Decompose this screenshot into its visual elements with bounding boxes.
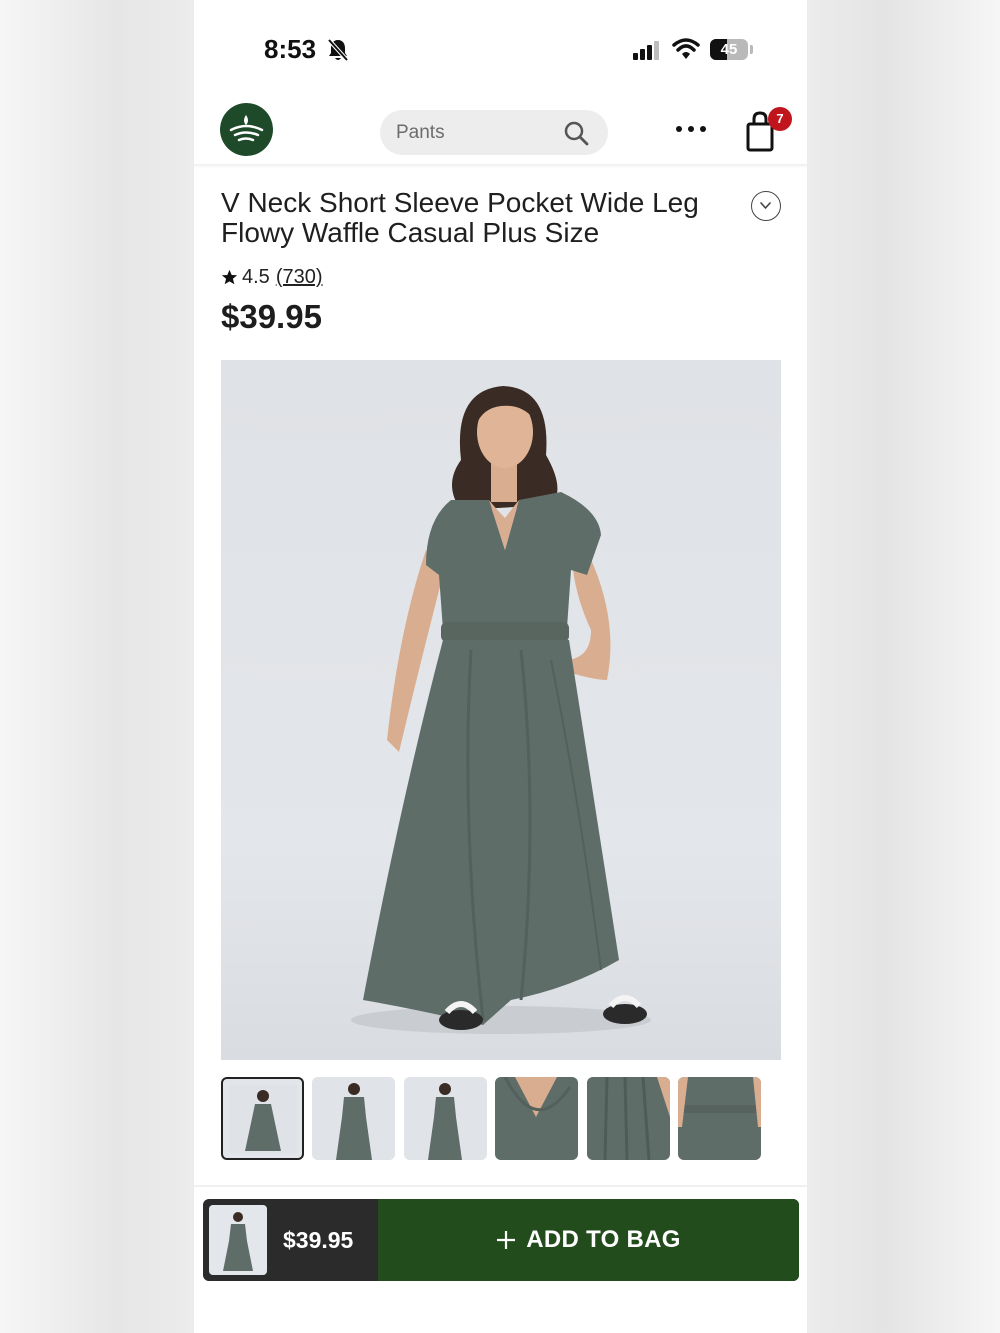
sticky-price: $39.95 — [283, 1227, 354, 1253]
thumbnail-1-photo — [229, 1085, 297, 1153]
search-icon[interactable] — [563, 120, 589, 146]
background-right — [807, 0, 1000, 1333]
product-rating: 4.5 (730) — [221, 266, 323, 289]
bell-slash-icon — [327, 38, 349, 62]
sticky-purchase-bar: $39.95 ADD TO BAG — [203, 1199, 799, 1281]
thumbnail-6-photo — [678, 1077, 761, 1160]
section-divider — [194, 1185, 807, 1187]
product-price: $39.95 — [221, 298, 322, 335]
expand-title-button[interactable] — [751, 191, 781, 221]
header: 7 — [194, 95, 807, 165]
brand-logo-glyph — [229, 115, 264, 142]
thumbnail-3[interactable] — [404, 1077, 487, 1160]
thumbnail-4[interactable] — [495, 1077, 578, 1160]
thumbnail-5[interactable] — [587, 1077, 670, 1160]
cellular-signal-icon — [633, 41, 659, 60]
brand-logo-icon[interactable] — [220, 103, 273, 156]
wifi-icon — [672, 38, 700, 59]
thumbnail-2[interactable] — [312, 1077, 395, 1160]
battery-nub — [750, 45, 753, 54]
plus-icon — [497, 1231, 516, 1249]
model-photo — [351, 386, 651, 1034]
battery-icon: 45 — [710, 39, 748, 60]
status-time: 8:53 — [264, 34, 317, 64]
phone-screen: 8:53 45 Pants 7 V Neck Short Sleeve Pock… — [194, 0, 807, 1333]
background-left — [0, 0, 194, 1333]
cart-badge: 7 — [768, 107, 792, 131]
thumbnail-5-photo — [587, 1077, 670, 1160]
rating-value: 4.5 — [242, 266, 270, 288]
review-count-link[interactable]: (730) — [276, 266, 323, 289]
header-divider — [194, 164, 807, 168]
product-title: V Neck Short Sleeve Pocket Wide Leg Flow… — [221, 187, 699, 248]
product-main-image[interactable] — [221, 360, 781, 1060]
add-to-bag-button[interactable]: ADD TO BAG — [378, 1199, 799, 1281]
search-bar[interactable] — [380, 110, 608, 155]
sticky-thumbnail-photo — [223, 1212, 253, 1271]
thumbnail-6[interactable] — [678, 1077, 761, 1160]
search-input[interactable] — [396, 110, 556, 155]
thumbnail-4-photo — [495, 1077, 578, 1160]
star-icon — [221, 269, 238, 285]
chevron-down-icon — [760, 202, 771, 209]
battery-level: 45 — [720, 41, 738, 58]
thumbnail-2-photo — [312, 1077, 395, 1160]
thumbnail-strip — [221, 1077, 781, 1161]
thumbnail-3-photo — [404, 1077, 487, 1160]
add-to-bag-label: ADD TO BAG — [526, 1226, 681, 1253]
more-horizontal-icon[interactable] — [674, 123, 708, 135]
sticky-product-thumbnail — [209, 1205, 267, 1275]
thumbnail-1[interactable] — [221, 1077, 304, 1160]
